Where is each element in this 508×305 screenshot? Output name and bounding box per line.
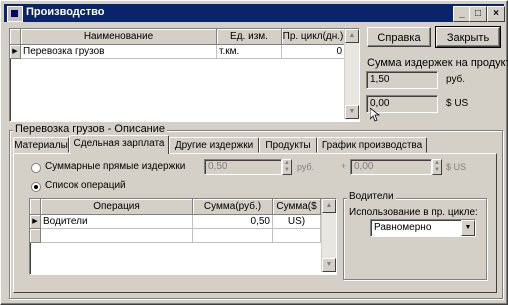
tab-production-schedule[interactable]: График производства [317, 137, 427, 153]
cell-cycle[interactable]: 0 [282, 45, 345, 59]
direct-rub-spinner[interactable]: ▲ ▼ [282, 159, 292, 175]
app-icon [7, 6, 23, 22]
row-pointer-icon: ▶ [10, 45, 21, 59]
cost-rub-field: 1,50 [366, 71, 438, 89]
cell-sum-usd[interactable] [273, 229, 321, 243]
chevron-down-icon[interactable]: ▼ [461, 220, 475, 236]
col-header-sum-usd[interactable]: Сумма($ US) [273, 199, 321, 227]
usd-unit-label: $ US [446, 98, 469, 109]
scroll-down-icon[interactable]: ▼ [322, 258, 336, 272]
operations-grid[interactable]: Операция Сумма(руб.) Сумма($ US) ▶ Водит… [29, 198, 337, 275]
col-header-cycle[interactable]: Пр. цикл(дн.) [282, 29, 345, 45]
usage-label: Использование в пр. цикле: [349, 207, 478, 218]
col-header-operation[interactable]: Операция [41, 199, 193, 215]
main-window: Производство _ □ × Наименование Ед. изм.… [0, 0, 508, 305]
row-pointer-icon: ▶ [30, 215, 41, 229]
description-group-title: Перевозка грузов - Описание [13, 123, 168, 135]
tab-materials[interactable]: Материалы [13, 137, 69, 153]
scroll-up-icon[interactable]: ▲ [345, 29, 359, 43]
direct-usd-unit: $ US [446, 162, 467, 172]
cost-label: Сумма издержек на продукт: [367, 57, 508, 69]
drivers-group-title: Водители [347, 191, 396, 202]
direct-usd-field: 0,00 [350, 159, 432, 175]
close-button[interactable]: Закрыть [435, 26, 501, 48]
grid-corner [10, 29, 21, 45]
cell-unit[interactable]: т.км. [217, 45, 282, 59]
scroll-up-icon[interactable]: ▲ [322, 199, 336, 213]
direct-rub-unit: руб. [297, 162, 315, 172]
cell-operation[interactable]: Водители [41, 215, 193, 229]
close-window-button[interactable]: × [487, 6, 505, 22]
ops-list-radio[interactable] [31, 182, 41, 192]
tab-products[interactable]: Продукты [259, 137, 317, 153]
maximize-button[interactable]: □ [469, 6, 487, 22]
tab-other-costs[interactable]: Другие издержки [169, 137, 259, 153]
usage-select[interactable]: Равномерно ▼ [370, 219, 476, 237]
grid-scrollbar[interactable]: ▲ ▼ [344, 29, 359, 119]
direct-costs-radio[interactable] [31, 163, 41, 173]
cell-name[interactable]: Перевозка грузов [21, 45, 217, 59]
help-button[interactable]: Справка [367, 27, 431, 47]
grid-corner [30, 199, 41, 215]
cell-sum-usd[interactable] [273, 215, 321, 229]
col-header-sum-rub[interactable]: Сумма(руб.) [193, 199, 273, 215]
products-grid[interactable]: Наименование Ед. изм. Пр. цикл(дн.) ▶ Пе… [9, 28, 360, 122]
cell-operation[interactable] [41, 229, 193, 243]
rub-unit-label: руб. [446, 74, 466, 85]
mouse-cursor-icon [370, 108, 380, 122]
direct-rub-field: 0,50 [204, 159, 282, 175]
direct-costs-label[interactable]: Суммарные прямые издержки [45, 161, 185, 172]
direct-usd-spinner[interactable]: ▲ ▼ [432, 159, 442, 175]
col-header-unit[interactable]: Ед. изм. [217, 29, 282, 45]
scroll-down-icon[interactable]: ▼ [345, 105, 359, 119]
window-title: Производство [26, 6, 105, 18]
tab-piecework-wages[interactable]: Сдельная зарплата [69, 135, 169, 154]
ops-grid-scrollbar[interactable]: ▲ ▼ [321, 199, 336, 272]
cell-sum-rub[interactable] [193, 229, 273, 243]
ops-list-label[interactable]: Список операций [45, 180, 126, 191]
title-bar[interactable]: Производство _ □ × [4, 4, 505, 22]
usage-selected-value: Равномерно [374, 222, 432, 233]
row-header [30, 229, 41, 243]
cell-sum-rub[interactable]: 0,50 [193, 215, 273, 229]
plus-sign: + [341, 161, 347, 171]
col-header-name[interactable]: Наименование [21, 29, 217, 45]
